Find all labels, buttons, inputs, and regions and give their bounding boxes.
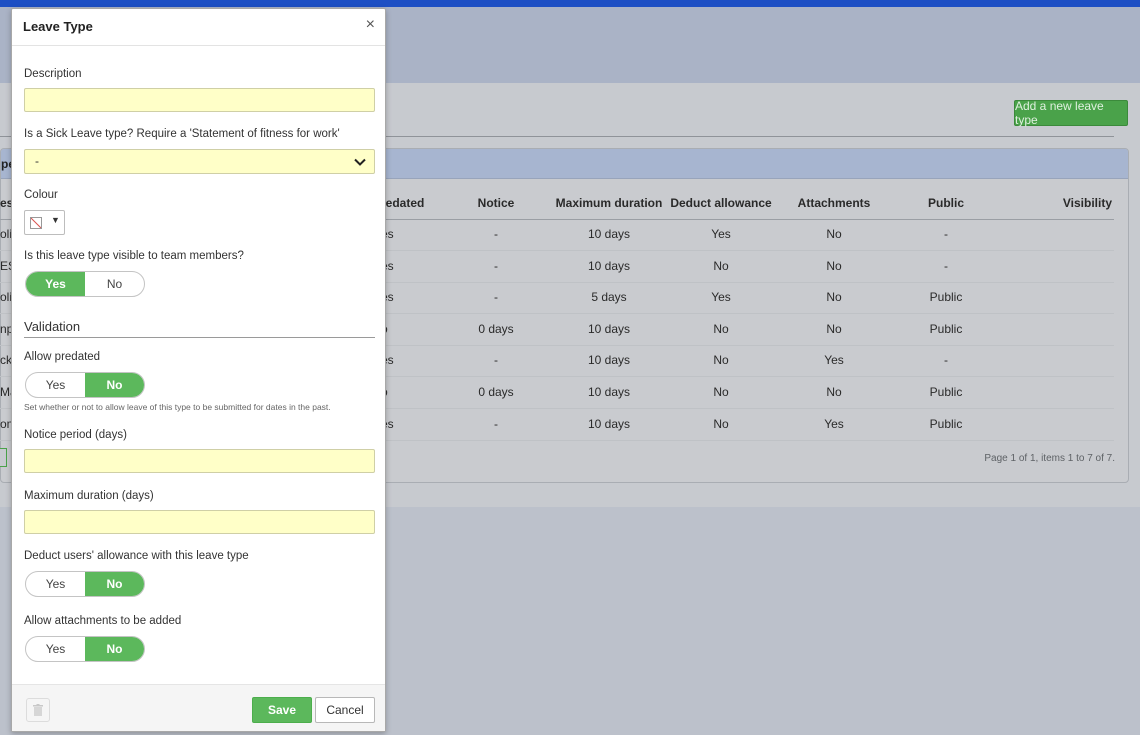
trash-icon xyxy=(33,704,43,716)
visible-yes-option[interactable]: Yes xyxy=(26,272,85,296)
description-label: Description xyxy=(24,68,82,80)
caret-down-icon: ▼ xyxy=(51,215,60,225)
sick-leave-selected-value: - xyxy=(35,154,39,168)
cell-max-duration: 10 days xyxy=(587,227,631,241)
cell-max-duration: 10 days xyxy=(587,385,631,399)
modal-footer: Save Cancel xyxy=(12,684,385,731)
colour-label: Colour xyxy=(24,189,58,201)
col-header-max-duration[interactable]: Maximum duration xyxy=(556,196,663,210)
predated-help-text: Set whether or not to allow leave of thi… xyxy=(24,402,331,412)
visible-label: Is this leave type visible to team membe… xyxy=(24,250,244,262)
notice-input[interactable] xyxy=(24,449,375,473)
cell-notice: - xyxy=(494,227,498,241)
cell-public: Public xyxy=(929,417,963,431)
col-header-visibility[interactable]: Visibility xyxy=(1063,196,1112,210)
cell-notice: - xyxy=(494,259,498,273)
visible-toggle[interactable]: Yes No xyxy=(25,271,145,297)
cell-deduct: No xyxy=(713,385,729,399)
visible-no-option[interactable]: No xyxy=(85,272,144,296)
no-colour-swatch-icon xyxy=(30,217,42,229)
save-button[interactable]: Save xyxy=(252,697,312,723)
predated-yes-option[interactable]: Yes xyxy=(26,373,85,397)
cell-deduct: Yes xyxy=(711,227,731,241)
max-duration-input[interactable] xyxy=(24,510,375,534)
validation-rule xyxy=(24,337,375,338)
cell-deduct: No xyxy=(713,353,729,367)
cell-notice: - xyxy=(494,353,498,367)
col-header-public[interactable]: Public xyxy=(928,196,964,210)
cell-public: - xyxy=(944,353,948,367)
cell-deduct: No xyxy=(713,417,729,431)
cell-deduct: No xyxy=(713,322,729,336)
notice-label: Notice period (days) xyxy=(24,429,127,441)
cell-deduct: No xyxy=(713,259,729,273)
attachments-label: Allow attachments to be added xyxy=(24,615,182,627)
predated-label: Allow predated xyxy=(24,351,101,363)
close-icon[interactable]: × xyxy=(366,17,375,33)
cell-max-duration: 10 days xyxy=(587,353,631,367)
attachments-toggle[interactable]: Yes No xyxy=(25,636,145,662)
pager-info: Page 1 of 1, items 1 to 7 of 7. xyxy=(984,453,1115,464)
cell-notice: 0 days xyxy=(478,322,514,336)
deduct-no-option[interactable]: No xyxy=(85,572,144,596)
cell-max-duration: 10 days xyxy=(587,259,631,273)
validation-title: Validation xyxy=(24,319,81,334)
deduct-label: Deduct users' allowance with this leave … xyxy=(24,550,249,562)
sick-leave-select[interactable]: - xyxy=(24,149,375,174)
colour-picker[interactable]: ▼ xyxy=(24,210,65,235)
predated-toggle[interactable]: Yes No xyxy=(25,372,145,398)
cancel-button[interactable]: Cancel xyxy=(315,697,375,723)
max-duration-label: Maximum duration (days) xyxy=(24,490,154,502)
cell-deduct: Yes xyxy=(711,290,731,304)
predated-no-option[interactable]: No xyxy=(85,373,144,397)
cell-notice: - xyxy=(494,417,498,431)
col-header-deduct-allowance[interactable]: Deduct allowance xyxy=(670,196,771,210)
cell-max-duration: 10 days xyxy=(587,322,631,336)
cell-public: - xyxy=(944,227,948,241)
cell-notice: 0 days xyxy=(478,385,514,399)
cell-attachments: No xyxy=(826,290,842,304)
top-bar xyxy=(0,0,1140,7)
deduct-toggle[interactable]: Yes No xyxy=(25,571,145,597)
cell-public: Public xyxy=(929,385,963,399)
cell-public: Public xyxy=(929,322,963,336)
delete-button[interactable] xyxy=(26,698,50,722)
cell-attachments: No xyxy=(826,385,842,399)
modal-title: Leave Type xyxy=(23,19,93,34)
cell-max-duration: 5 days xyxy=(591,290,627,304)
cell-attachments: No xyxy=(826,227,842,241)
cell-attachments: Yes xyxy=(824,353,844,367)
col-header-attachments[interactable]: Attachments xyxy=(798,196,871,210)
col-header-notice[interactable]: Notice xyxy=(478,196,515,210)
cell-max-duration: 10 days xyxy=(587,417,631,431)
col-header-predated[interactable]: redated xyxy=(381,196,424,210)
attachments-no-option[interactable]: No xyxy=(85,637,144,661)
chevron-down-icon xyxy=(354,158,366,166)
deduct-yes-option[interactable]: Yes xyxy=(26,572,85,596)
description-input[interactable] xyxy=(24,88,375,112)
page-button[interactable] xyxy=(0,448,7,467)
sick-leave-label: Is a Sick Leave type? Require a 'Stateme… xyxy=(24,128,340,140)
modal-header: Leave Type × xyxy=(12,9,385,46)
cell-public: - xyxy=(944,259,948,273)
cell-attachments: No xyxy=(826,259,842,273)
cell-attachments: Yes xyxy=(824,417,844,431)
cell-public: Public xyxy=(929,290,963,304)
add-leave-type-button[interactable]: Add a new leave type xyxy=(1014,99,1128,127)
cell-attachments: No xyxy=(826,322,842,336)
attachments-yes-option[interactable]: Yes xyxy=(26,637,85,661)
leave-type-modal: Leave Type × Description Is a Sick Leave… xyxy=(11,8,386,732)
cell-notice: - xyxy=(494,290,498,304)
